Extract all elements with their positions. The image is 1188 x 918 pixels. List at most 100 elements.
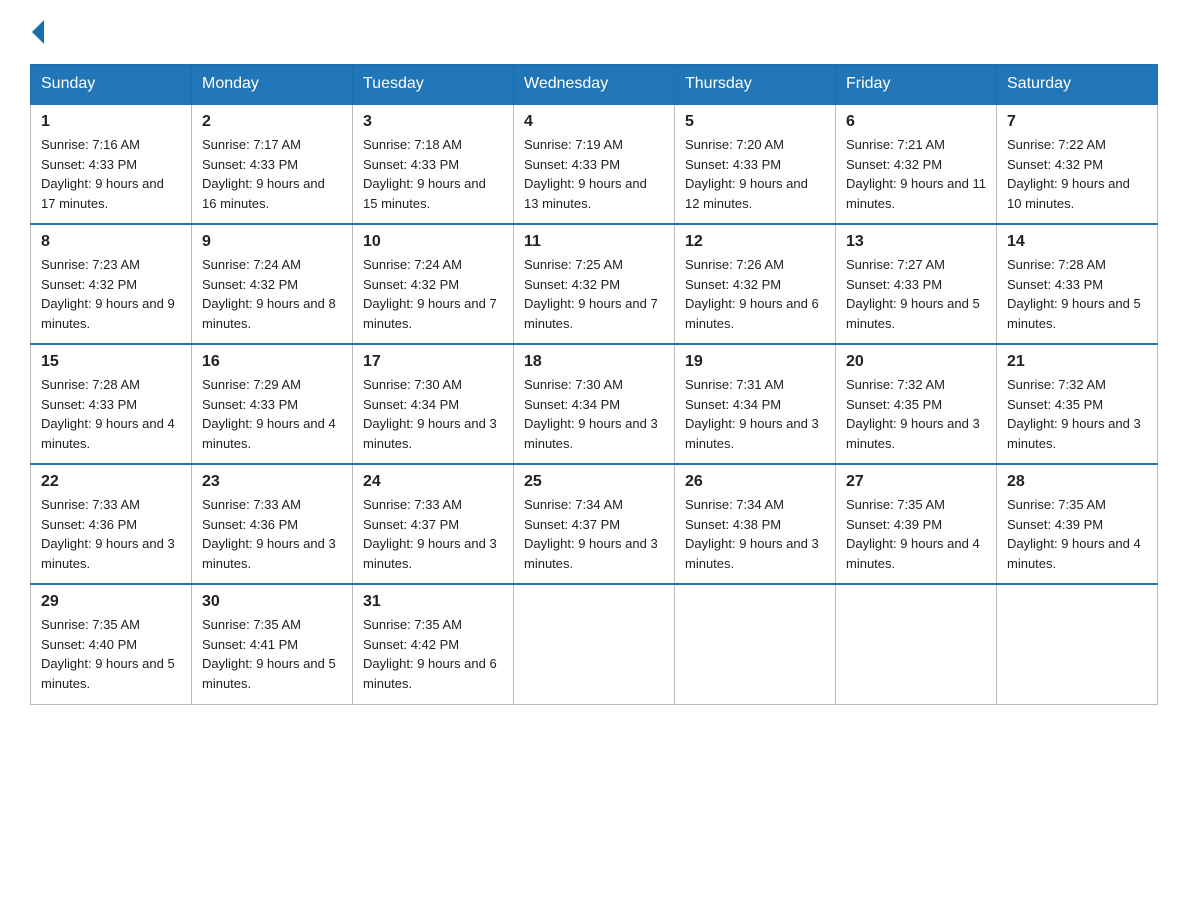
calendar-cell-day-17: 17 Sunrise: 7:30 AMSunset: 4:34 PMDayligh… xyxy=(353,344,514,464)
calendar-cell-day-15: 15Sunrise: 7:28 AMSunset: 4:33 PMDayligh… xyxy=(31,344,192,464)
calendar-week-row: 22 Sunrise: 7:33 AMSunset: 4:36 PMDayligh… xyxy=(31,464,1158,584)
page-header xyxy=(30,20,1158,44)
calendar-table: SundayMondayTuesdayWednesdayThursdayFrid… xyxy=(30,64,1158,705)
day-info: Sunrise: 7:35 AMSunset: 4:39 PMDaylight:… xyxy=(846,495,986,573)
calendar-cell-day-31: 31 Sunrise: 7:35 AMSunset: 4:42 PMDayligh… xyxy=(353,584,514,704)
day-number: 14 xyxy=(1007,233,1147,251)
day-info: Sunrise: 7:19 AMSunset: 4:33 PMDaylight:… xyxy=(524,135,664,213)
day-info: Sunrise: 7:35 AMSunset: 4:42 PMDaylight:… xyxy=(363,615,503,693)
calendar-cell-day-10: 10Sunrise: 7:24 AMSunset: 4:32 PMDayligh… xyxy=(353,224,514,344)
day-number: 10 xyxy=(363,233,503,251)
day-info: Sunrise: 7:16 AMSunset: 4:33 PMDaylight:… xyxy=(41,135,181,213)
day-number: 8 xyxy=(41,233,181,251)
calendar-cell-day-21: 21 Sunrise: 7:32 AMSunset: 4:35 PMDayligh… xyxy=(997,344,1158,464)
logo-flag-icon xyxy=(32,20,44,44)
day-info: Sunrise: 7:32 AMSunset: 4:35 PMDaylight:… xyxy=(846,375,986,453)
day-number: 6 xyxy=(846,113,986,131)
day-number: 23 xyxy=(202,473,342,491)
day-info: Sunrise: 7:33 AMSunset: 4:36 PMDaylight:… xyxy=(202,495,342,573)
day-info: Sunrise: 7:17 AMSunset: 4:33 PMDaylight:… xyxy=(202,135,342,213)
calendar-cell-day-2: 2Sunrise: 7:17 AMSunset: 4:33 PMDaylight… xyxy=(192,104,353,224)
calendar-week-row: 29 Sunrise: 7:35 AMSunset: 4:40 PMDayligh… xyxy=(31,584,1158,704)
day-info: Sunrise: 7:34 AMSunset: 4:37 PMDaylight:… xyxy=(524,495,664,573)
day-info: Sunrise: 7:29 AMSunset: 4:33 PMDaylight:… xyxy=(202,375,342,453)
day-info: Sunrise: 7:35 AMSunset: 4:41 PMDaylight:… xyxy=(202,615,342,693)
day-header-friday: Friday xyxy=(836,65,997,105)
day-number: 15 xyxy=(41,353,181,371)
calendar-cell-day-3: 3Sunrise: 7:18 AMSunset: 4:33 PMDaylight… xyxy=(353,104,514,224)
day-info: Sunrise: 7:30 AMSunset: 4:34 PMDaylight:… xyxy=(363,375,503,453)
day-info: Sunrise: 7:33 AMSunset: 4:37 PMDaylight:… xyxy=(363,495,503,573)
day-info: Sunrise: 7:35 AMSunset: 4:39 PMDaylight:… xyxy=(1007,495,1147,573)
calendar-cell-day-23: 23 Sunrise: 7:33 AMSunset: 4:36 PMDayligh… xyxy=(192,464,353,584)
calendar-cell-day-1: 1 Sunrise: 7:16 AMSunset: 4:33 PMDaylight… xyxy=(31,104,192,224)
calendar-cell-day-25: 25 Sunrise: 7:34 AMSunset: 4:37 PMDayligh… xyxy=(514,464,675,584)
day-number: 21 xyxy=(1007,353,1147,371)
day-number: 27 xyxy=(846,473,986,491)
day-number: 31 xyxy=(363,593,503,611)
calendar-cell-day-29: 29 Sunrise: 7:35 AMSunset: 4:40 PMDayligh… xyxy=(31,584,192,704)
day-info: Sunrise: 7:28 AMSunset: 4:33 PMDaylight:… xyxy=(1007,255,1147,333)
calendar-cell-day-16: 16 Sunrise: 7:29 AMSunset: 4:33 PMDayligh… xyxy=(192,344,353,464)
day-info: Sunrise: 7:34 AMSunset: 4:38 PMDaylight:… xyxy=(685,495,825,573)
calendar-week-row: 15Sunrise: 7:28 AMSunset: 4:33 PMDayligh… xyxy=(31,344,1158,464)
day-header-sunday: Sunday xyxy=(31,65,192,105)
day-number: 26 xyxy=(685,473,825,491)
calendar-cell-day-19: 19 Sunrise: 7:31 AMSunset: 4:34 PMDayligh… xyxy=(675,344,836,464)
calendar-header-row: SundayMondayTuesdayWednesdayThursdayFrid… xyxy=(31,65,1158,105)
day-number: 5 xyxy=(685,113,825,131)
day-info: Sunrise: 7:33 AMSunset: 4:36 PMDaylight:… xyxy=(41,495,181,573)
day-info: Sunrise: 7:31 AMSunset: 4:34 PMDaylight:… xyxy=(685,375,825,453)
day-number: 1 xyxy=(41,113,181,131)
day-header-monday: Monday xyxy=(192,65,353,105)
day-info: Sunrise: 7:30 AMSunset: 4:34 PMDaylight:… xyxy=(524,375,664,453)
logo xyxy=(30,20,45,44)
day-header-wednesday: Wednesday xyxy=(514,65,675,105)
calendar-week-row: 1 Sunrise: 7:16 AMSunset: 4:33 PMDaylight… xyxy=(31,104,1158,224)
empty-cell xyxy=(675,584,836,704)
calendar-cell-day-5: 5 Sunrise: 7:20 AMSunset: 4:33 PMDaylight… xyxy=(675,104,836,224)
day-number: 16 xyxy=(202,353,342,371)
day-number: 13 xyxy=(846,233,986,251)
day-number: 28 xyxy=(1007,473,1147,491)
day-header-tuesday: Tuesday xyxy=(353,65,514,105)
day-info: Sunrise: 7:22 AMSunset: 4:32 PMDaylight:… xyxy=(1007,135,1147,213)
day-number: 22 xyxy=(41,473,181,491)
day-number: 12 xyxy=(685,233,825,251)
calendar-cell-day-28: 28 Sunrise: 7:35 AMSunset: 4:39 PMDayligh… xyxy=(997,464,1158,584)
calendar-cell-day-12: 12 Sunrise: 7:26 AMSunset: 4:32 PMDayligh… xyxy=(675,224,836,344)
day-info: Sunrise: 7:32 AMSunset: 4:35 PMDaylight:… xyxy=(1007,375,1147,453)
day-info: Sunrise: 7:27 AMSunset: 4:33 PMDaylight:… xyxy=(846,255,986,333)
calendar-cell-day-22: 22 Sunrise: 7:33 AMSunset: 4:36 PMDayligh… xyxy=(31,464,192,584)
empty-cell xyxy=(514,584,675,704)
calendar-cell-day-13: 13 Sunrise: 7:27 AMSunset: 4:33 PMDayligh… xyxy=(836,224,997,344)
day-number: 20 xyxy=(846,353,986,371)
day-number: 17 xyxy=(363,353,503,371)
day-number: 7 xyxy=(1007,113,1147,131)
calendar-cell-day-9: 9Sunrise: 7:24 AMSunset: 4:32 PMDaylight… xyxy=(192,224,353,344)
day-info: Sunrise: 7:35 AMSunset: 4:40 PMDaylight:… xyxy=(41,615,181,693)
calendar-cell-day-6: 6Sunrise: 7:21 AMSunset: 4:32 PMDaylight… xyxy=(836,104,997,224)
day-info: Sunrise: 7:20 AMSunset: 4:33 PMDaylight:… xyxy=(685,135,825,213)
calendar-cell-day-14: 14 Sunrise: 7:28 AMSunset: 4:33 PMDayligh… xyxy=(997,224,1158,344)
calendar-week-row: 8 Sunrise: 7:23 AMSunset: 4:32 PMDaylight… xyxy=(31,224,1158,344)
day-info: Sunrise: 7:26 AMSunset: 4:32 PMDaylight:… xyxy=(685,255,825,333)
empty-cell xyxy=(997,584,1158,704)
day-info: Sunrise: 7:24 AMSunset: 4:32 PMDaylight:… xyxy=(202,255,342,333)
day-info: Sunrise: 7:23 AMSunset: 4:32 PMDaylight:… xyxy=(41,255,181,333)
calendar-cell-day-27: 27 Sunrise: 7:35 AMSunset: 4:39 PMDayligh… xyxy=(836,464,997,584)
day-number: 29 xyxy=(41,593,181,611)
day-number: 30 xyxy=(202,593,342,611)
day-number: 25 xyxy=(524,473,664,491)
day-number: 11 xyxy=(524,233,664,251)
day-info: Sunrise: 7:25 AMSunset: 4:32 PMDaylight:… xyxy=(524,255,664,333)
calendar-cell-day-7: 7 Sunrise: 7:22 AMSunset: 4:32 PMDaylight… xyxy=(997,104,1158,224)
day-number: 3 xyxy=(363,113,503,131)
calendar-cell-day-30: 30 Sunrise: 7:35 AMSunset: 4:41 PMDayligh… xyxy=(192,584,353,704)
calendar-cell-day-11: 11 Sunrise: 7:25 AMSunset: 4:32 PMDayligh… xyxy=(514,224,675,344)
day-number: 19 xyxy=(685,353,825,371)
calendar-cell-day-20: 20 Sunrise: 7:32 AMSunset: 4:35 PMDayligh… xyxy=(836,344,997,464)
calendar-cell-day-4: 4Sunrise: 7:19 AMSunset: 4:33 PMDaylight… xyxy=(514,104,675,224)
day-header-saturday: Saturday xyxy=(997,65,1158,105)
day-number: 24 xyxy=(363,473,503,491)
